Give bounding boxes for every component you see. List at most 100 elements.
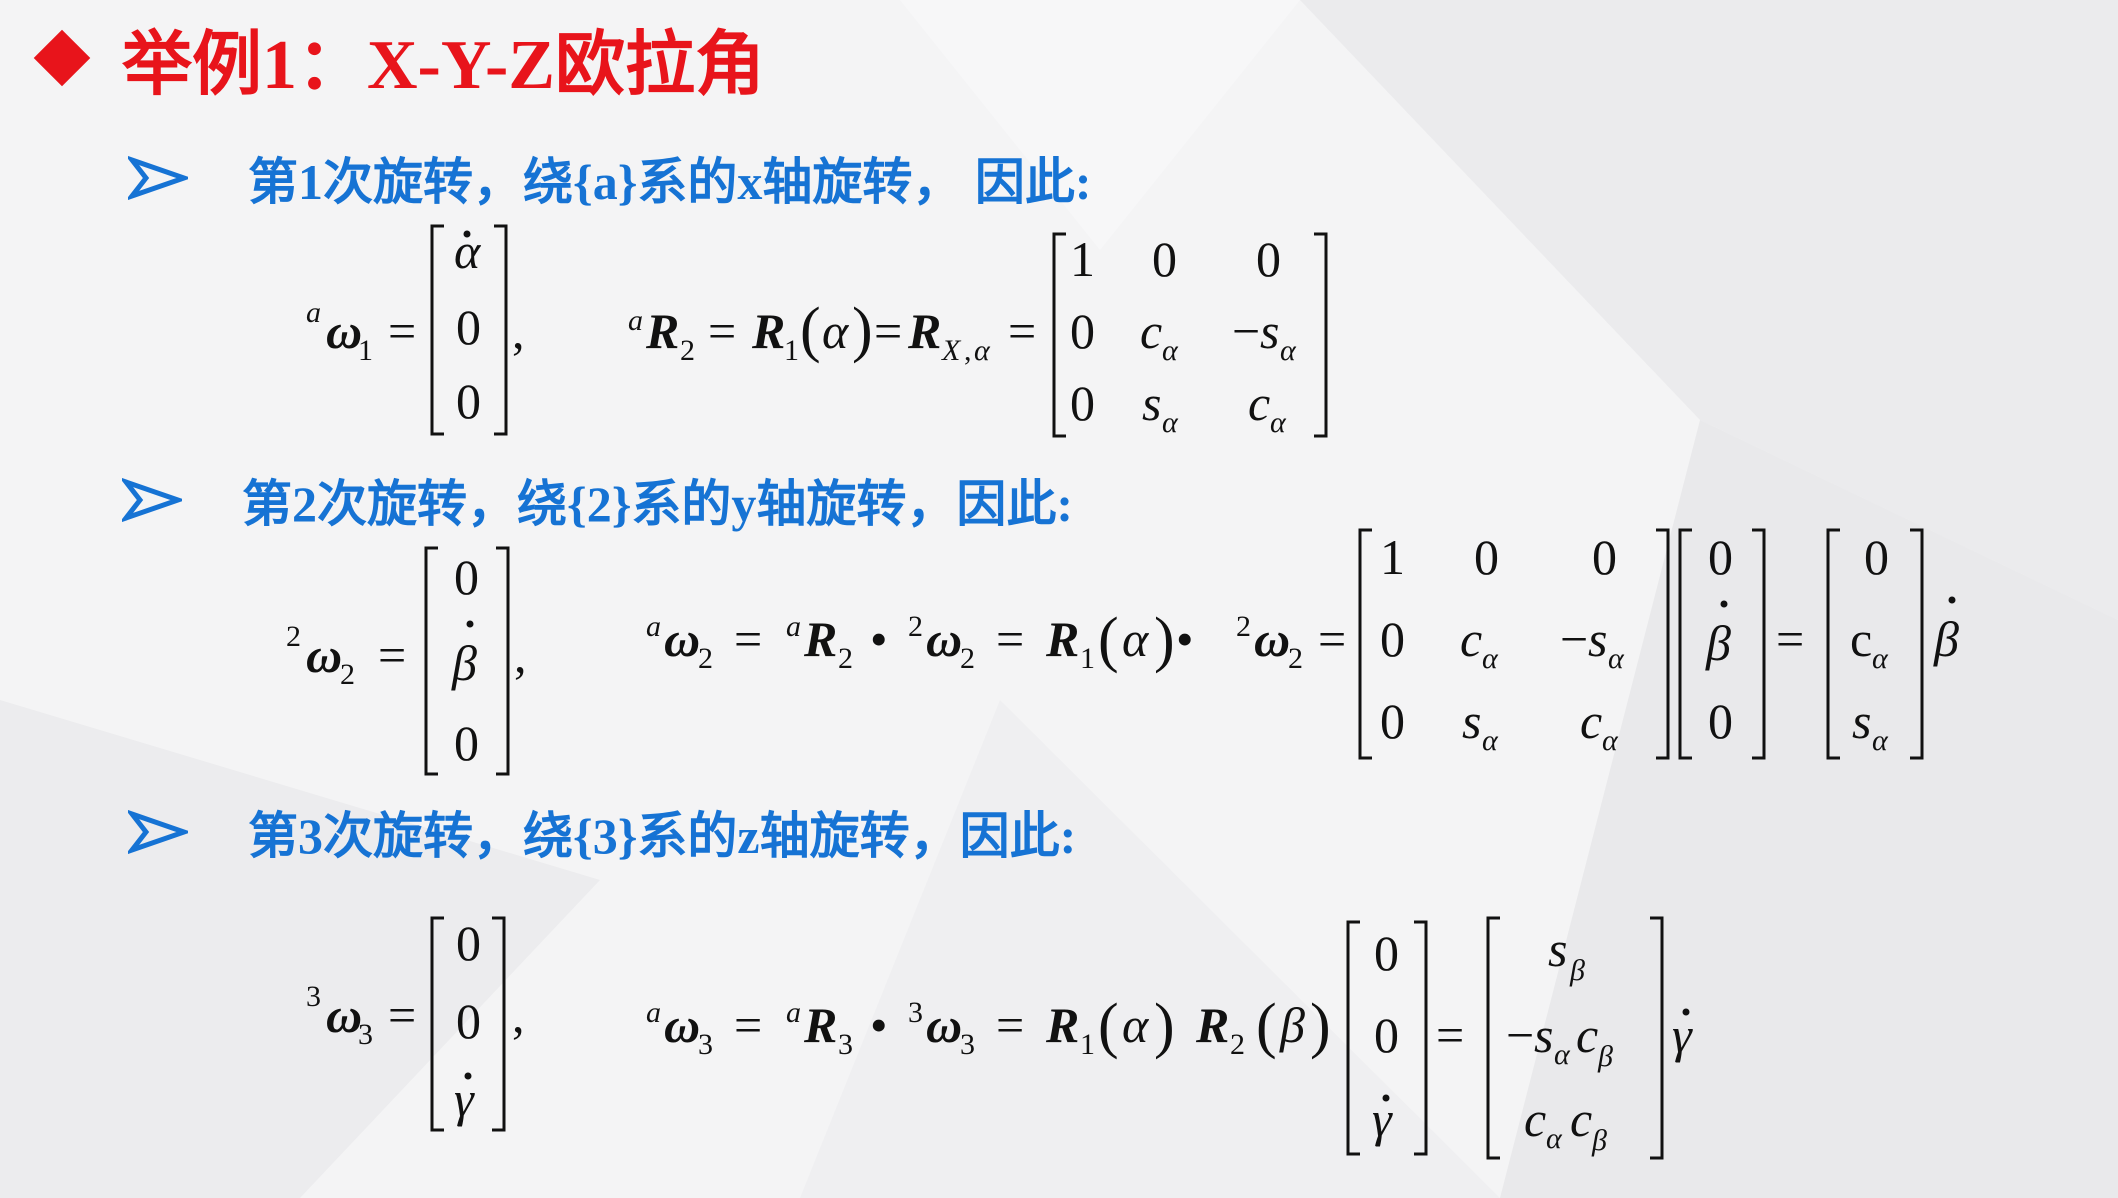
dot-accent <box>1382 1094 1390 1102</box>
cell-zero: 0 <box>1380 611 1405 667</box>
equals-sign: = <box>378 627 406 683</box>
R-symbol: R <box>907 303 941 359</box>
equation-3-product: a ω 3 = a R 3 • 3 ω 3 = R 1 ( α ) R 2 ( … <box>646 916 1693 1160</box>
superscript-a: a <box>646 610 661 643</box>
cell-zero: 0 <box>454 549 479 605</box>
minus-sign: − <box>1506 1007 1534 1063</box>
equals-sign: = <box>388 303 416 359</box>
subscript-1: 1 <box>358 334 373 367</box>
equals-sign: = <box>874 303 902 359</box>
superscript-a: a <box>786 996 801 1029</box>
beta-dot: β <box>1933 611 1959 667</box>
subscript-beta: β <box>1597 1040 1613 1073</box>
gamma-dot: γ <box>454 1071 475 1127</box>
equals-sign: = <box>1436 1007 1464 1063</box>
subscript-2: 2 <box>838 642 853 675</box>
omega-symbol: ω <box>326 303 362 359</box>
left-bracket <box>430 916 444 1132</box>
cell-zero: 0 <box>456 915 481 971</box>
left-bracket <box>1358 528 1372 760</box>
dot-accent <box>1682 1008 1690 1016</box>
cell-zero: 0 <box>1374 925 1399 981</box>
cell-zero: 0 <box>1708 529 1733 585</box>
dot-operator: • <box>870 611 888 667</box>
alpha-symbol: α <box>1122 611 1150 667</box>
gamma-dot: γ <box>1372 1091 1393 1147</box>
cell-zero: 0 <box>1864 529 1889 585</box>
cos-symbol: c <box>1576 1007 1598 1063</box>
right-bracket <box>496 546 510 776</box>
dot-accent <box>1720 600 1728 608</box>
beta-symbol: β <box>1279 997 1305 1053</box>
cell-zero: 0 <box>456 299 481 355</box>
cell-zero: 0 <box>1256 231 1281 287</box>
equals-sign: = <box>996 611 1024 667</box>
superscript-a: a <box>306 296 321 329</box>
subscript-alpha: α <box>1162 334 1179 367</box>
left-paren: ( <box>1256 992 1277 1060</box>
subscript-alpha: α <box>1608 642 1625 675</box>
alpha-symbol: α <box>822 303 850 359</box>
R-symbol: R <box>803 611 837 667</box>
subscript-2: 2 <box>960 642 975 675</box>
equals-sign: = <box>734 611 762 667</box>
R-symbol: R <box>803 997 837 1053</box>
cell-one: 1 <box>1070 231 1095 287</box>
subscript-2: 2 <box>698 642 713 675</box>
subscript-2: 2 <box>1288 642 1303 675</box>
right-bracket <box>1910 528 1924 760</box>
left-bracket <box>1346 920 1360 1156</box>
right-bracket <box>1656 528 1670 760</box>
sin-symbol: s <box>1260 303 1279 359</box>
right-bracket <box>494 224 508 436</box>
R-symbol: R <box>1195 997 1229 1053</box>
right-bracket <box>1650 916 1664 1160</box>
sin-symbol: s <box>1462 693 1481 749</box>
superscript-3: 3 <box>306 980 321 1013</box>
cos-symbol: c <box>1580 693 1602 749</box>
cell-zero: 0 <box>456 373 481 429</box>
subscript-1: 1 <box>784 334 799 367</box>
R-symbol: R <box>1045 611 1079 667</box>
subscript-alpha: α <box>1872 724 1889 757</box>
cos-symbol: c <box>1460 611 1482 667</box>
left-paren: ( <box>800 296 821 364</box>
cell-zero: 0 <box>1152 231 1177 287</box>
right-paren: ) <box>1154 606 1175 674</box>
comma: , <box>512 987 525 1043</box>
omega-symbol: ω <box>1254 611 1290 667</box>
sin-symbol: s <box>1142 375 1161 431</box>
superscript-2: 2 <box>286 620 301 653</box>
subscript-X: X <box>941 334 962 367</box>
cos-symbol: c <box>1140 303 1162 359</box>
superscript-a: a <box>646 996 661 1029</box>
dot-operator: • <box>870 997 888 1053</box>
superscript-2: 2 <box>1236 610 1251 643</box>
subscript-2: 2 <box>340 658 355 691</box>
equation-1-omega: a ω 1 = α 0 0 , <box>306 223 525 436</box>
left-paren: ( <box>1098 606 1119 674</box>
cell-zero: 0 <box>1592 529 1617 585</box>
subscript-3: 3 <box>698 1028 713 1061</box>
equation-2-product: a ω 2 = a R 2 • 2 ω 2 = R 1 ( α ) • 2 ω … <box>646 528 1959 760</box>
omega-symbol: ω <box>664 611 700 667</box>
cell-zero: 0 <box>1070 375 1095 431</box>
subscript-2: 2 <box>680 334 695 367</box>
cos-symbol: c <box>1570 1091 1592 1147</box>
cell-zero: 0 <box>456 993 481 1049</box>
R-symbol: R <box>1045 997 1079 1053</box>
alpha-symbol: α <box>1122 997 1150 1053</box>
subscript-2: 2 <box>1230 1028 1245 1061</box>
right-bracket <box>1752 528 1766 760</box>
subscript-alpha: α <box>1482 642 1499 675</box>
subscript-alpha: α <box>974 334 991 367</box>
cos-symbol: c <box>1850 611 1872 667</box>
sin-symbol: s <box>1534 1007 1553 1063</box>
R-symbol: R <box>645 303 679 359</box>
subscript-beta: β <box>1569 954 1585 987</box>
left-bracket <box>1486 916 1500 1160</box>
omega-symbol: ω <box>926 611 962 667</box>
equation-3-omega: 3 ω 3 = 0 0 γ , <box>306 915 525 1132</box>
cell-zero: 0 <box>1380 693 1405 749</box>
subscript-3: 3 <box>838 1028 853 1061</box>
